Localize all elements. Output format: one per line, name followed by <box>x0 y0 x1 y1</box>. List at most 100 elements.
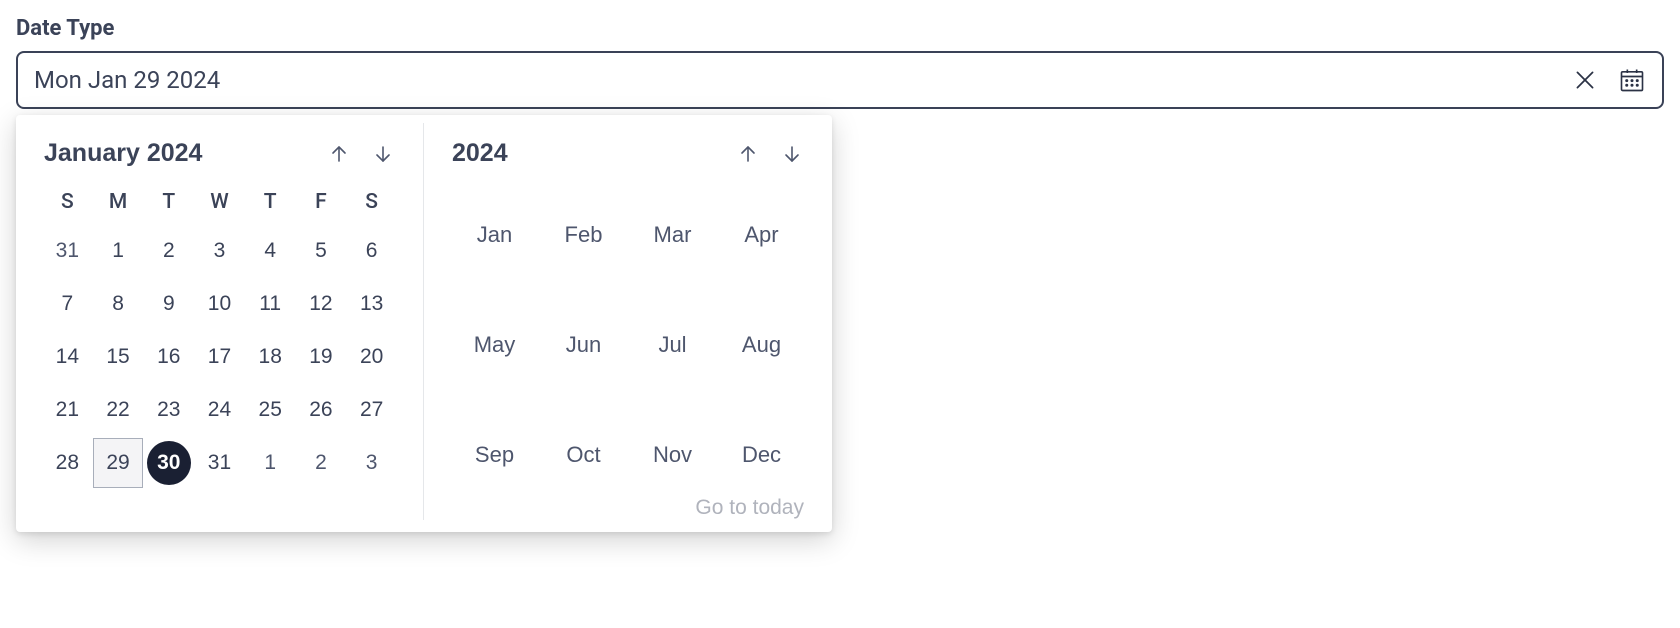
day-button[interactable]: 3 <box>197 229 241 273</box>
day-button[interactable]: 22 <box>96 388 140 432</box>
day-picker-panel: January 2024 SMTWTFS 311234567891011 <box>16 123 424 520</box>
day-button[interactable]: 13 <box>350 282 394 326</box>
date-input-wrap: Mon Jan 29 2024 January 2024 <box>16 51 1664 109</box>
day-button[interactable]: 19 <box>299 335 343 379</box>
day-cell: 16 <box>143 330 194 383</box>
day-button[interactable]: 12 <box>299 282 343 326</box>
day-cell: 28 <box>42 436 93 489</box>
day-button[interactable]: 11 <box>248 282 292 326</box>
day-button[interactable]: 29 <box>93 438 143 488</box>
day-button[interactable]: 10 <box>197 282 241 326</box>
day-button[interactable]: 3 <box>350 441 394 485</box>
day-button[interactable]: 27 <box>350 388 394 432</box>
prev-year-button[interactable] <box>736 142 760 166</box>
day-button[interactable]: 31 <box>45 229 89 273</box>
month-button[interactable]: Jan <box>465 214 524 256</box>
day-cell: 14 <box>42 330 93 383</box>
day-button[interactable]: 5 <box>299 229 343 273</box>
day-cell: 3 <box>194 224 245 277</box>
day-panel-header: January 2024 <box>42 133 397 180</box>
go-to-today-button[interactable]: Go to today <box>695 496 804 520</box>
arrow-down-icon <box>780 142 804 166</box>
month-cell: Jan <box>450 180 539 290</box>
day-button[interactable]: 16 <box>147 335 191 379</box>
input-actions <box>1572 66 1646 94</box>
month-button[interactable]: Nov <box>641 434 704 476</box>
day-button[interactable]: 4 <box>248 229 292 273</box>
month-button[interactable]: May <box>462 324 528 366</box>
clear-button[interactable] <box>1572 67 1598 93</box>
month-button[interactable]: Feb <box>553 214 615 256</box>
year-nav <box>736 142 804 166</box>
month-button[interactable]: Sep <box>463 434 526 476</box>
month-button[interactable]: Apr <box>732 214 790 256</box>
year-title[interactable]: 2024 <box>452 139 508 168</box>
day-button[interactable]: 2 <box>147 229 191 273</box>
month-cell: Nov <box>628 400 717 510</box>
day-row: 14151617181920 <box>42 330 397 383</box>
weekday-cell: S <box>42 180 93 224</box>
month-cell: Dec <box>717 400 806 510</box>
day-cell: 31 <box>42 224 93 277</box>
calendar-toggle-button[interactable] <box>1618 66 1646 94</box>
day-cell: 20 <box>346 330 397 383</box>
arrow-down-icon <box>371 142 395 166</box>
weekday-cell: T <box>143 180 194 224</box>
month-year-title[interactable]: January 2024 <box>44 139 202 168</box>
month-cell: Sep <box>450 400 539 510</box>
day-button[interactable]: 18 <box>248 335 292 379</box>
date-input[interactable]: Mon Jan 29 2024 <box>16 51 1664 109</box>
day-button[interactable]: 24 <box>197 388 241 432</box>
month-cell: Jul <box>628 290 717 400</box>
day-cell: 2 <box>143 224 194 277</box>
month-button[interactable]: Oct <box>554 434 612 476</box>
day-button[interactable]: 7 <box>45 282 89 326</box>
day-row: 28293031123 <box>42 436 397 489</box>
day-cell: 2 <box>296 436 347 489</box>
day-button[interactable]: 28 <box>45 441 89 485</box>
date-input-value: Mon Jan 29 2024 <box>34 66 1572 94</box>
day-button[interactable]: 9 <box>147 282 191 326</box>
month-button[interactable]: Jun <box>554 324 613 366</box>
next-month-button[interactable] <box>371 142 395 166</box>
day-cell: 29 <box>93 436 144 489</box>
day-button[interactable]: 17 <box>197 335 241 379</box>
day-cell: 21 <box>42 383 93 436</box>
day-cell: 22 <box>93 383 144 436</box>
month-cell: Apr <box>717 180 806 290</box>
day-button[interactable]: 30 <box>147 441 191 485</box>
day-cell: 8 <box>93 277 144 330</box>
month-button[interactable]: Jul <box>646 324 698 366</box>
next-year-button[interactable] <box>780 142 804 166</box>
day-row: 78910111213 <box>42 277 397 330</box>
day-button[interactable]: 21 <box>45 388 89 432</box>
day-button[interactable]: 14 <box>45 335 89 379</box>
month-button[interactable]: Dec <box>730 434 793 476</box>
day-button[interactable]: 23 <box>147 388 191 432</box>
prev-month-button[interactable] <box>327 142 351 166</box>
month-button[interactable]: Aug <box>730 324 793 366</box>
day-cell: 1 <box>245 436 296 489</box>
day-button[interactable]: 2 <box>299 441 343 485</box>
day-button[interactable]: 15 <box>96 335 140 379</box>
day-button[interactable]: 20 <box>350 335 394 379</box>
day-button[interactable]: 26 <box>299 388 343 432</box>
weekday-cell: W <box>194 180 245 224</box>
day-button[interactable]: 1 <box>248 441 292 485</box>
day-cell: 27 <box>346 383 397 436</box>
day-button[interactable]: 8 <box>96 282 140 326</box>
day-cell: 5 <box>296 224 347 277</box>
day-grid: 3112345678910111213141516171819202122232… <box>42 224 397 489</box>
calendar-icon <box>1618 66 1646 94</box>
day-cell: 25 <box>245 383 296 436</box>
day-button[interactable]: 31 <box>197 441 241 485</box>
day-row: 31123456 <box>42 224 397 277</box>
day-cell: 4 <box>245 224 296 277</box>
day-cell: 17 <box>194 330 245 383</box>
day-button[interactable]: 1 <box>96 229 140 273</box>
month-button[interactable]: Mar <box>642 214 704 256</box>
day-button[interactable]: 6 <box>350 229 394 273</box>
day-cell: 13 <box>346 277 397 330</box>
day-button[interactable]: 25 <box>248 388 292 432</box>
day-cell: 23 <box>143 383 194 436</box>
